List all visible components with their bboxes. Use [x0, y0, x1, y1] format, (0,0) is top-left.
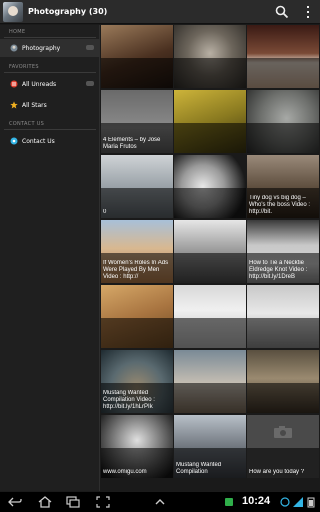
tile-caption: How to Tie a Necktie Eldredge Knot Video… [249, 260, 308, 280]
section-header-favorites: FAVORITES [9, 64, 39, 70]
article-tile[interactable] [101, 25, 173, 88]
tile-caption-overlay [174, 58, 246, 88]
tile-caption: If Women's Roles In Ads Were Played By M… [103, 260, 169, 280]
star-icon [10, 101, 18, 109]
clock: 10:24 [242, 495, 271, 507]
tile-caption-overlay [247, 383, 319, 413]
section-divider [4, 72, 96, 73]
photography-icon [10, 44, 18, 52]
search-icon[interactable] [274, 4, 290, 20]
article-tile[interactable] [174, 90, 246, 153]
screenshot-icon[interactable] [96, 496, 110, 508]
action-bar: Photography (30) [0, 0, 320, 24]
article-tile[interactable] [247, 350, 319, 413]
tile-caption-overlay [174, 253, 246, 283]
home-icon[interactable] [38, 496, 52, 508]
signal-icon [293, 497, 303, 507]
article-grid: 4 Elements – by Jose Maria Frutos 0 Tiny d… [101, 25, 320, 491]
sidebar-item-all-stars[interactable]: All Stars [0, 96, 100, 114]
app-logo[interactable] [3, 1, 23, 22]
article-tile[interactable] [101, 285, 173, 348]
article-tile[interactable]: Tiny dog vs big dog – Who's the boss Vid… [247, 155, 319, 218]
tile-caption-overlay [174, 318, 246, 348]
tile-caption-overlay [247, 123, 319, 153]
tile-caption: 4 Elements – by Jose Maria Frutos [103, 137, 161, 150]
tile-caption-overlay [101, 318, 173, 348]
sidebar-item-label: Photography [22, 44, 61, 52]
unreads-icon [10, 80, 18, 88]
article-tile[interactable]: www.omigu.com [101, 415, 173, 478]
article-tile[interactable] [247, 285, 319, 348]
app-window: Photography (30) HOME Photography FAVORI… [0, 0, 320, 491]
article-tile[interactable]: 4 Elements – by Jose Maria Frutos [101, 90, 173, 153]
battery-icon [307, 497, 315, 508]
back-icon[interactable] [8, 496, 22, 508]
article-tile[interactable]: If Women's Roles In Ads Were Played By M… [101, 220, 173, 283]
sync-icon [280, 497, 290, 507]
section-header-contact: CONTACT US [9, 121, 45, 127]
sidebar-item-label: All Unreads [22, 80, 57, 88]
camera-placeholder-icon [274, 426, 292, 438]
sidebar: HOME Photography FAVORITES All Unreads A… [0, 25, 100, 491]
tile-caption-overlay [247, 318, 319, 348]
tile-caption: Tiny dog vs big dog – Who's the boss Vid… [249, 195, 311, 215]
article-tile[interactable] [174, 285, 246, 348]
article-tile[interactable]: Mustang Wanted Compilation Video : http:… [101, 350, 173, 413]
page-title: Photography (30) [28, 7, 108, 16]
sidebar-item-photography[interactable]: Photography [0, 39, 100, 57]
section-divider [4, 37, 96, 38]
article-tile[interactable]: How to Tie a Necktie Eldredge Knot Video… [247, 220, 319, 283]
tile-caption-overlay [247, 58, 319, 88]
article-tile[interactable] [174, 155, 246, 218]
article-tile[interactable] [247, 25, 319, 88]
sidebar-item-all-unreads[interactable]: All Unreads [0, 75, 100, 93]
article-tile[interactable] [174, 220, 246, 283]
tile-caption-overlay [174, 123, 246, 153]
unread-count-badge [86, 45, 94, 50]
contact-icon [10, 137, 18, 145]
system-navigation-bar: 10:24 [0, 491, 320, 512]
sidebar-item-contact-us[interactable]: Contact Us [0, 132, 100, 150]
notification-app-icon [225, 498, 233, 506]
article-tile[interactable] [247, 90, 319, 153]
sidebar-item-label: All Stars [22, 101, 47, 109]
overflow-menu-icon[interactable] [300, 4, 316, 20]
tile-caption: How are you today ? [249, 469, 305, 475]
section-header-home: HOME [9, 29, 26, 35]
tile-caption-overlay [101, 58, 173, 88]
article-tile[interactable] [174, 25, 246, 88]
sidebar-item-label: Contact Us [22, 137, 55, 145]
tile-caption: 0 [103, 209, 107, 215]
tile-caption: www.omigu.com [103, 469, 147, 475]
tile-caption: Mustang Wanted Compilation [176, 462, 222, 475]
article-tile[interactable] [174, 350, 246, 413]
tile-caption-overlay [174, 383, 246, 413]
section-divider [4, 129, 96, 130]
article-tile[interactable]: How are you today ? [247, 415, 319, 478]
tile-caption-overlay [174, 188, 246, 218]
unread-count-badge [86, 81, 94, 86]
chevron-up-icon[interactable] [153, 496, 167, 508]
article-tile[interactable]: 0 [101, 155, 173, 218]
recent-apps-icon[interactable] [66, 496, 80, 508]
article-tile[interactable]: Mustang Wanted Compilation [174, 415, 246, 478]
tile-caption: Mustang Wanted Compilation Video : http:… [103, 390, 155, 410]
